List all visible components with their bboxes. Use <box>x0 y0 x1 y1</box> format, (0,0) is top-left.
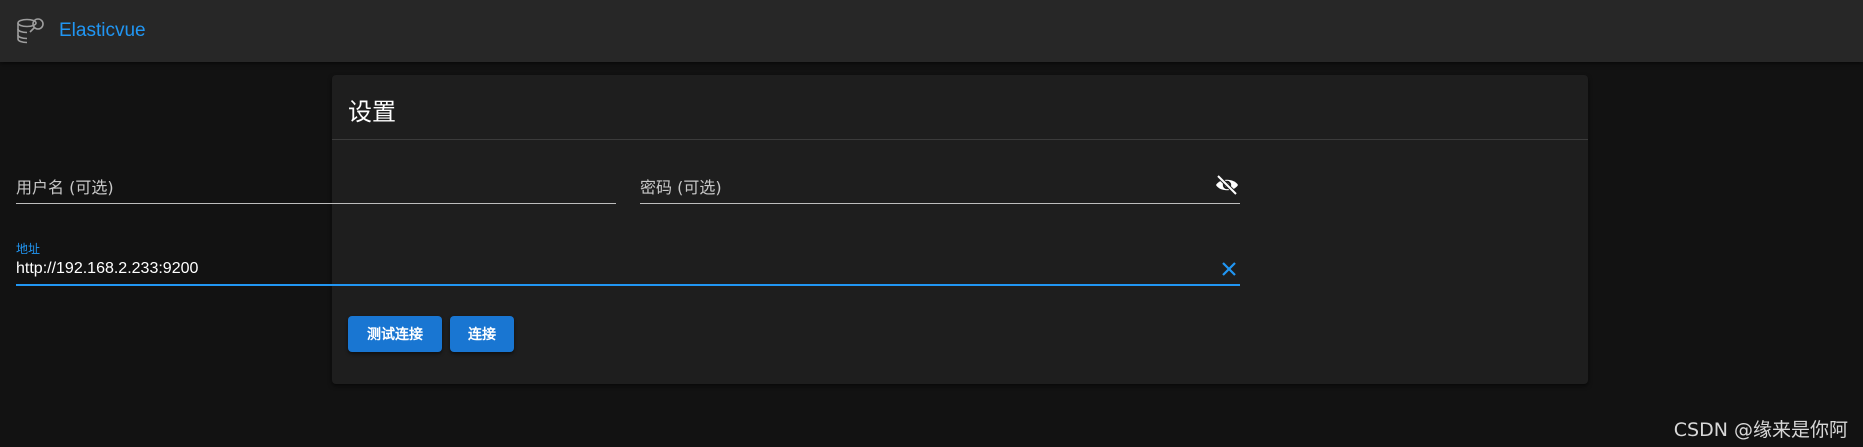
test-connection-button[interactable]: 测试连接 <box>348 316 442 352</box>
username-underline <box>16 203 616 204</box>
page-title: 设置 <box>348 98 396 126</box>
address-field[interactable]: 地址 http://192.168.2.233:9200 <box>16 240 1240 286</box>
username-label: 用户名 (可选) <box>16 178 114 197</box>
password-underline <box>640 203 1240 204</box>
connect-button[interactable]: 连接 <box>450 316 514 352</box>
database-search-icon[interactable] <box>15 15 47 47</box>
app-bar: Elasticvue <box>0 0 1863 62</box>
close-icon[interactable] <box>1220 260 1238 278</box>
password-label: 密码 (可选) <box>640 178 722 197</box>
settings-card: 设置 <box>332 75 1588 384</box>
app-title[interactable]: Elasticvue <box>59 20 146 42</box>
password-field[interactable]: 密码 (可选) <box>640 170 1240 204</box>
eye-off-icon[interactable] <box>1214 174 1240 196</box>
watermark: CSDN @缘来是你阿 <box>1673 419 1848 441</box>
username-field[interactable]: 用户名 (可选) <box>16 170 616 204</box>
address-underline <box>16 284 1240 286</box>
address-label: 地址 <box>16 242 41 256</box>
address-input[interactable]: http://192.168.2.233:9200 <box>16 260 198 278</box>
divider <box>332 139 1588 140</box>
